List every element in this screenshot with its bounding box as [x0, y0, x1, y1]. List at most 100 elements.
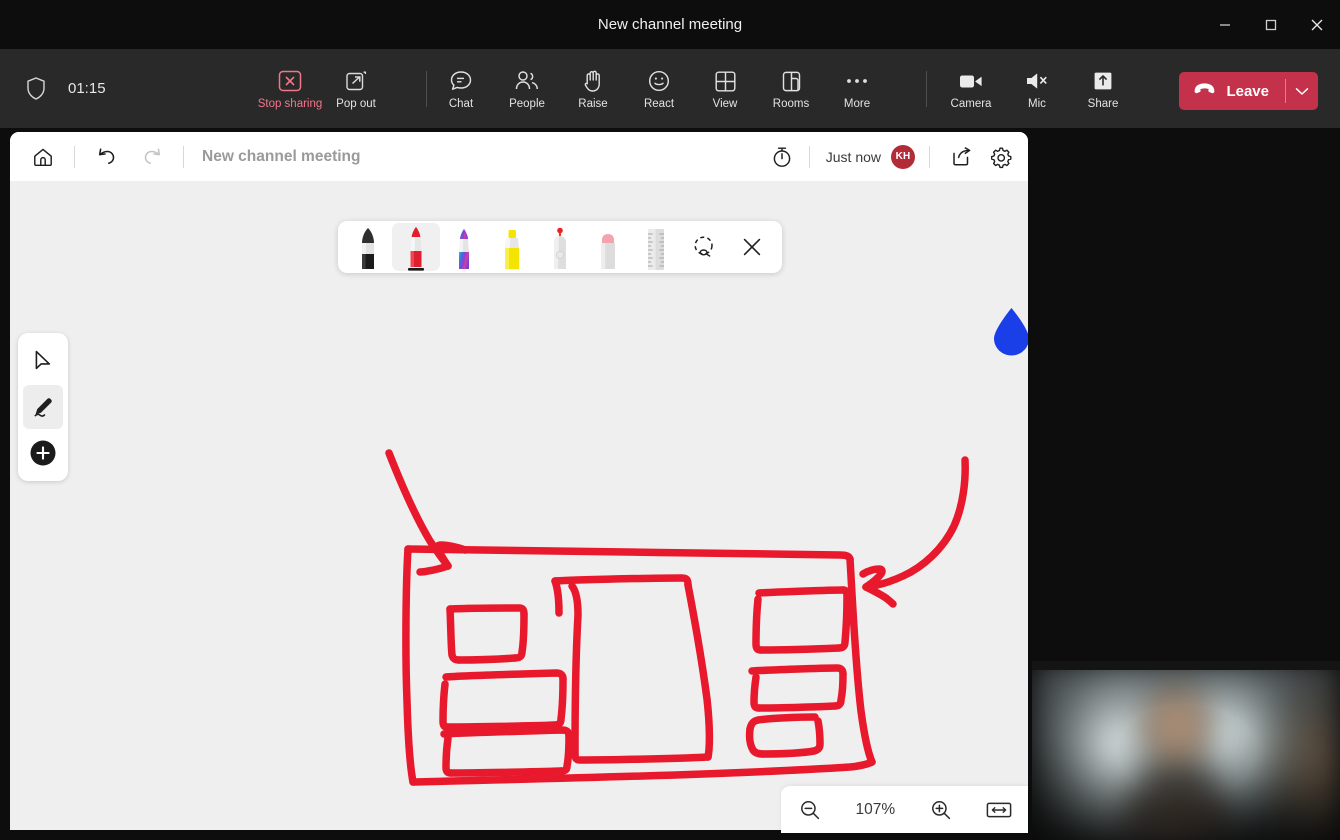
people-button[interactable]: People — [494, 58, 560, 120]
home-button[interactable] — [26, 140, 60, 174]
raise-hand-icon — [581, 67, 605, 95]
share-button[interactable]: Share — [1070, 58, 1136, 120]
yellow-highlighter-button[interactable] — [488, 223, 536, 271]
black-pen-button[interactable] — [344, 223, 392, 271]
mic-muted-icon — [1023, 67, 1051, 95]
more-button[interactable]: More — [824, 58, 890, 120]
pop-out-button[interactable]: Pop out — [323, 58, 389, 120]
maximize-icon — [1265, 19, 1277, 30]
toolbar-divider-2 — [918, 49, 935, 128]
eraser-button[interactable] — [584, 223, 632, 271]
close-pen-toolbar-button[interactable] — [728, 223, 776, 271]
session-timer-button[interactable] — [765, 140, 799, 174]
mic-label: Mic — [1028, 98, 1046, 110]
zoom-out-button[interactable] — [791, 791, 829, 829]
header-divider-3 — [808, 145, 810, 168]
pop-out-icon — [343, 67, 369, 95]
chat-label: Chat — [448, 98, 474, 110]
fit-to-width-button[interactable] — [980, 791, 1018, 829]
leave-options-button[interactable] — [1286, 72, 1318, 110]
meeting-actions-group: Chat People Raise React View Rooms More — [428, 49, 890, 128]
pen-toolbar — [338, 221, 782, 273]
redo-button[interactable] — [135, 140, 169, 174]
fit-to-width-icon — [986, 802, 1012, 817]
save-status: Just now — [825, 148, 881, 165]
participant-video-feed[interactable] — [1032, 661, 1340, 840]
chat-icon — [448, 67, 474, 95]
rainbow-pen-button[interactable] — [440, 223, 488, 271]
undo-button[interactable] — [89, 140, 123, 174]
pen-icon — [34, 398, 52, 417]
view-button[interactable]: View — [692, 58, 758, 120]
zoom-in-icon — [931, 800, 950, 819]
zoom-control: 107% — [781, 786, 1028, 833]
minimize-button[interactable] — [1202, 0, 1248, 49]
zoom-in-button[interactable] — [922, 791, 960, 829]
stop-sharing-button[interactable]: Stop sharing — [257, 58, 323, 120]
leave-meeting-control: Leave — [1179, 72, 1318, 110]
ink-drawing — [385, 449, 969, 786]
pen-red-icon — [408, 227, 424, 271]
pen-rainbow-icon — [459, 229, 469, 269]
close-x-icon — [743, 238, 761, 256]
more-label: More — [843, 98, 871, 110]
breakout-rooms-icon — [779, 67, 804, 95]
add-content-button[interactable] — [23, 431, 63, 475]
rooms-button[interactable]: Rooms — [758, 58, 824, 120]
rooms-label: Rooms — [772, 98, 810, 110]
whiteboard-tool-rail — [18, 333, 68, 481]
camera-label: Camera — [950, 98, 992, 110]
hangup-phone-icon — [1193, 82, 1216, 100]
leave-button[interactable]: Leave — [1179, 72, 1285, 110]
laser-pointer-button[interactable] — [536, 223, 584, 271]
red-pen-button[interactable] — [392, 223, 440, 271]
settings-button[interactable] — [984, 140, 1018, 174]
header-divider-2 — [183, 145, 184, 168]
whiteboard-header: New channel meeting Just now KH — [10, 132, 1028, 181]
people-icon — [513, 67, 541, 95]
react-label: React — [643, 98, 675, 110]
cursor-arrow-icon — [35, 350, 51, 370]
pen-tool-button[interactable] — [23, 385, 63, 429]
camera-icon — [957, 67, 985, 95]
window-title: New channel meeting — [597, 16, 743, 33]
mic-button[interactable]: Mic — [1004, 58, 1070, 120]
maximize-button[interactable] — [1248, 0, 1294, 49]
more-ellipsis-icon — [844, 67, 870, 95]
share-up-arrow-icon — [1091, 67, 1115, 95]
stop-sharing-icon — [275, 67, 305, 95]
react-button[interactable]: React — [626, 58, 692, 120]
camera-button[interactable]: Camera — [938, 58, 1004, 120]
close-button[interactable] — [1294, 0, 1340, 49]
meeting-toolbar: 01:15 Stop sharing Pop out Chat People R… — [0, 49, 1340, 128]
eraser-icon — [601, 234, 615, 269]
undo-arrow-icon — [98, 148, 114, 164]
zoom-level[interactable]: 107% — [849, 801, 901, 819]
ruler-icon — [648, 229, 664, 270]
raise-hand-button[interactable]: Raise — [560, 58, 626, 120]
gear-icon — [991, 146, 1012, 168]
share-label: Share — [1087, 98, 1119, 110]
chat-button[interactable]: Chat — [428, 58, 494, 120]
ruler-button[interactable] — [632, 223, 680, 271]
pen-black-icon — [362, 228, 374, 269]
window-controls — [1202, 0, 1340, 49]
share-box-icon — [952, 146, 970, 166]
whiteboard-canvas[interactable] — [10, 181, 1028, 830]
avatar[interactable]: KH — [891, 144, 915, 169]
stopwatch-icon — [773, 146, 791, 167]
shield-icon — [22, 73, 50, 103]
device-controls-group: Camera Mic Share — [938, 49, 1136, 128]
people-label: People — [509, 98, 545, 110]
home-icon — [34, 148, 52, 166]
lasso-select-button[interactable] — [680, 223, 728, 271]
view-grid-icon — [713, 67, 738, 95]
divider — [926, 70, 927, 107]
chevron-down-icon — [1295, 87, 1309, 95]
laser-pointer-icon — [554, 227, 566, 269]
highlighter-yellow-icon — [505, 230, 519, 269]
window-title-bar: New channel meeting — [0, 0, 1340, 49]
select-tool-button[interactable] — [23, 339, 63, 383]
pop-out-label: Pop out — [336, 98, 376, 110]
share-board-button[interactable] — [944, 140, 978, 174]
